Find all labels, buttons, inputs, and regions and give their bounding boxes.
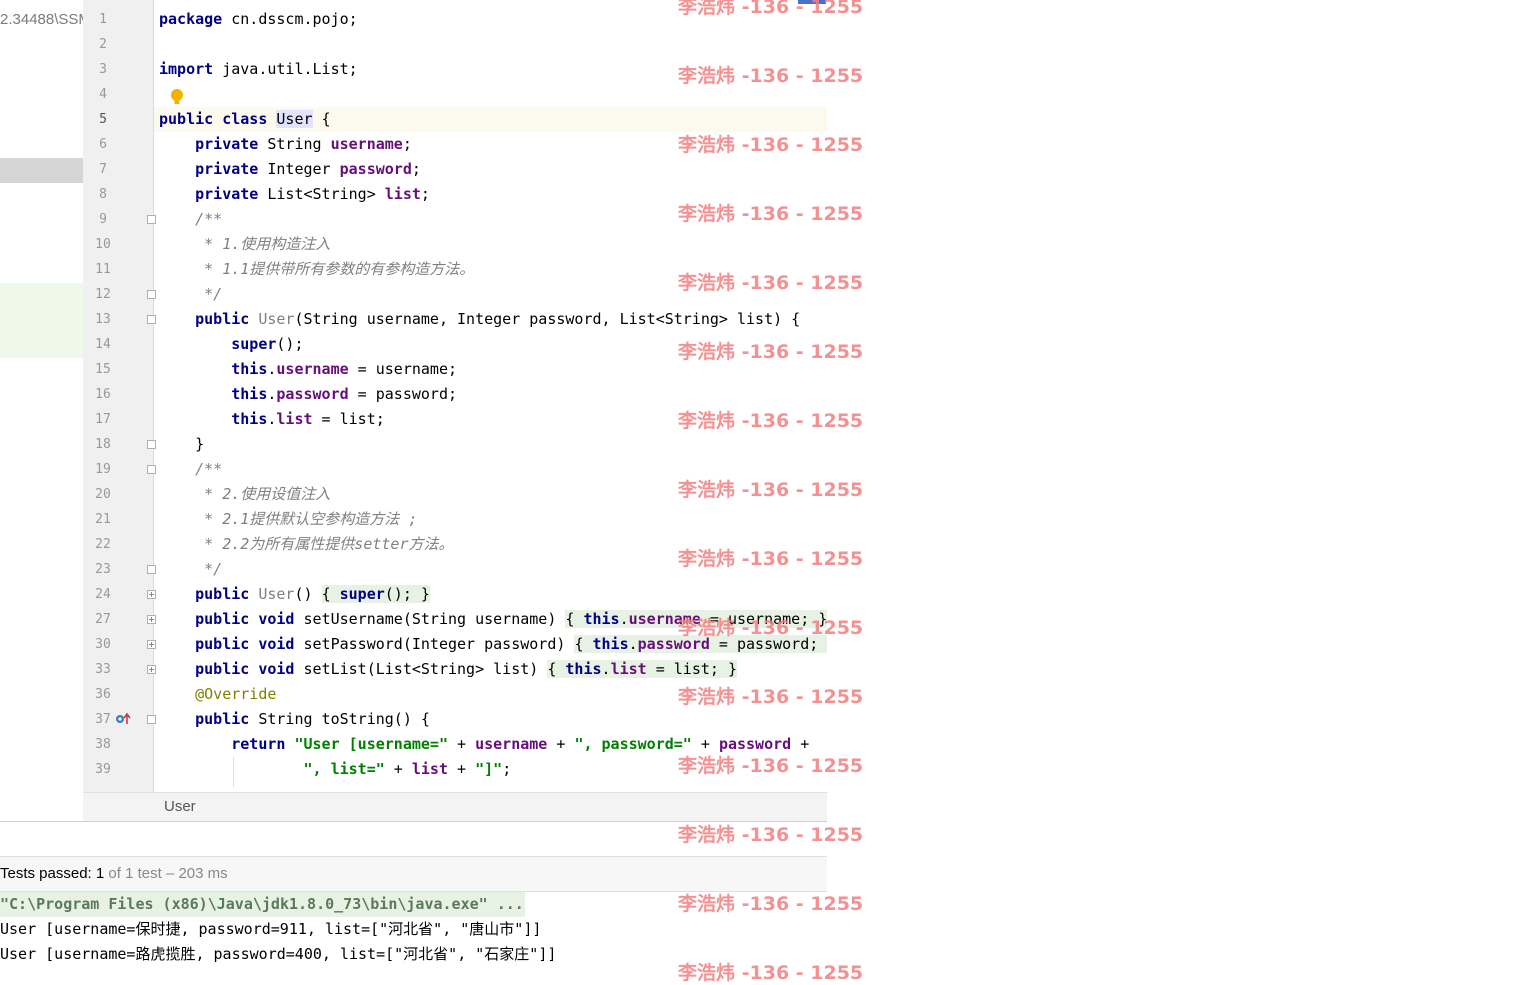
test-status-bar: Tests passed: 1 of 1 test – 203 ms	[0, 856, 827, 892]
line-number: 36	[95, 687, 111, 702]
line-number: 7	[99, 162, 107, 177]
code-line: * 2.使用设值注入	[195, 485, 331, 503]
line-number: 23	[95, 562, 111, 577]
code-line: @Override	[195, 685, 277, 703]
breadcrumb[interactable]: User	[83, 792, 827, 822]
line-number: 19	[95, 462, 111, 477]
line-number: 6	[99, 137, 107, 152]
code-line: this.password = password;	[231, 385, 458, 403]
code-line: /**	[195, 210, 223, 228]
line-number: 17	[95, 412, 111, 427]
code-editor[interactable]: package cn.dsscm.pojo; import java.util.…	[154, 0, 827, 792]
code-line: public void setPassword(Integer password…	[159, 632, 827, 657]
code-line: */	[195, 560, 223, 578]
line-number: 27	[95, 612, 111, 627]
code-line: super();	[231, 335, 304, 353]
console-output-line: User [username=路虎揽胜, password=400, list=…	[0, 945, 557, 963]
code-line: import java.util.List;	[159, 60, 358, 78]
line-number: 30	[95, 637, 111, 652]
project-path: 2.34488\SSM	[0, 11, 83, 28]
line-number: 22	[95, 537, 111, 552]
line-number: 10	[95, 237, 111, 252]
line-number-gutter[interactable]: 1 2 3 4 5 6 7 8 9 10 11 12 13 14 15 16 1…	[83, 0, 156, 792]
code-line: return "User [username=" + username + ",…	[231, 735, 810, 753]
breadcrumb-item[interactable]: User	[164, 798, 196, 815]
code-line: ", list=" + list + "]";	[303, 760, 512, 778]
line-number: 13	[95, 312, 111, 327]
line-number: 2	[99, 37, 107, 52]
project-selected-row[interactable]	[0, 158, 83, 183]
project-panel[interactable]: 2.34488\SSM	[0, 0, 83, 792]
line-number: 9	[99, 212, 107, 227]
code-line: public class User {	[159, 110, 331, 128]
line-number: 3	[99, 62, 107, 77]
line-number: 33	[95, 662, 111, 677]
line-number: 39	[95, 762, 111, 777]
run-panel-header	[0, 822, 827, 856]
code-line: public void setUsername(String username)…	[195, 610, 827, 628]
code-line: * 1.使用构造注入	[195, 235, 331, 253]
console-command-line[interactable]: "C:\Program Files (x86)\Java\jdk1.8.0_73…	[0, 892, 525, 917]
code-line: private Integer password;	[195, 160, 421, 178]
line-number: 21	[95, 512, 111, 527]
line-number: 8	[99, 187, 107, 202]
code-line: public User(String username, Integer pas…	[195, 310, 801, 328]
code-line: this.username = username;	[231, 360, 458, 378]
line-number: 18	[95, 437, 111, 452]
code-line: private String username;	[195, 135, 412, 153]
line-number: 5	[99, 112, 107, 127]
indent-guide	[233, 757, 234, 787]
project-changed-rows	[0, 283, 83, 358]
line-number: 11	[95, 262, 111, 277]
line-number: 14	[95, 337, 111, 352]
line-number: 38	[95, 737, 111, 752]
line-number: 16	[95, 387, 111, 402]
code-line: /**	[195, 460, 223, 478]
line-number: 15	[95, 362, 111, 377]
line-number: 12	[95, 287, 111, 302]
ide-window: 2.34488\SSM 1 2 3 4 5 6 7 8 9 10 11 12 1…	[0, 0, 1536, 984]
code-line: package cn.dsscm.pojo;	[159, 10, 358, 28]
run-console[interactable]: "C:\Program Files (x86)\Java\jdk1.8.0_73…	[0, 891, 827, 981]
code-line: public String toString() {	[195, 710, 430, 728]
code-line: * 2.1提供默认空参构造方法 ;	[195, 510, 418, 528]
class-name-highlight: User	[276, 110, 313, 128]
code-line: public User() { super(); }	[195, 585, 430, 603]
line-number: 20	[95, 487, 111, 502]
override-method-icon[interactable]	[115, 712, 131, 726]
line-number: 24	[95, 587, 111, 602]
code-line: */	[195, 285, 223, 303]
code-line: * 1.1提供带所有参数的有参构造方法。	[195, 260, 475, 278]
code-line: private List<String> list;	[195, 185, 430, 203]
code-line: * 2.2为所有属性提供setter方法。	[195, 535, 454, 553]
code-line: }	[195, 435, 205, 453]
line-number: 4	[99, 87, 107, 102]
code-line: public void setList(List<String> list) {…	[195, 660, 737, 678]
test-status-text: Tests passed: 1 of 1 test – 203 ms	[0, 865, 228, 882]
console-output-line: User [username=保时捷, password=911, list=[…	[0, 920, 542, 938]
line-number: 1	[99, 12, 107, 27]
code-line: this.list = list;	[231, 410, 385, 428]
